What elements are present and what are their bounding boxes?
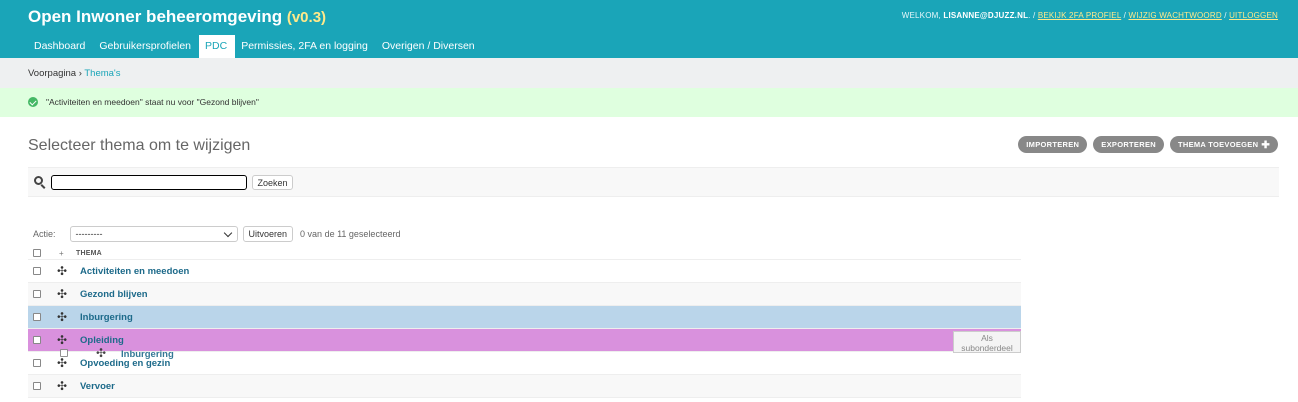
- drop-hint-line1: Als: [981, 333, 993, 343]
- drag-handle-icon[interactable]: ✣: [57, 264, 67, 278]
- drag-handle-icon[interactable]: ✣: [57, 310, 67, 324]
- row-link[interactable]: Opleiding: [80, 335, 124, 346]
- action-label: Actie:: [33, 229, 56, 239]
- action-select-value: ---------: [75, 229, 103, 239]
- view-2fa-profile-link[interactable]: BEKIJK 2FA PROFIEL: [1038, 11, 1121, 20]
- breadcrumb-home[interactable]: Voorpagina: [28, 68, 76, 79]
- nav-item-dashboard[interactable]: Dashboard: [28, 35, 93, 58]
- drop-hint: Als subonderdeel: [953, 331, 1021, 353]
- actions-bar: Actie: --------- Uitvoeren 0 van de 11 g…: [33, 225, 400, 243]
- drop-hint-line2: subonderdeel: [961, 343, 1013, 353]
- header: Open Inwoner beheeromgeving (v0.3) WELKO…: [0, 0, 1298, 58]
- row-checkbox[interactable]: [33, 267, 41, 275]
- table-header: + THEMA: [28, 248, 1021, 260]
- drag-handle-icon[interactable]: ✣: [57, 287, 67, 301]
- search-toolbar: Zoeken: [28, 167, 1279, 197]
- add-theme-button[interactable]: THEMA TOEVOEGEN ✚: [1169, 136, 1278, 153]
- drag-handle-icon: ✣: [96, 346, 107, 360]
- table-row-dragging[interactable]: ✣ Inburgering: [28, 306, 1021, 329]
- action-select[interactable]: ---------: [69, 226, 238, 242]
- chevron-down-icon: [223, 228, 232, 238]
- row-checkbox[interactable]: [33, 313, 41, 321]
- site-title-text: Open Inwoner beheeromgeving: [28, 7, 283, 26]
- nav-item-overigen[interactable]: Overigen / Diversen: [376, 35, 483, 58]
- nav-item-pdc[interactable]: PDC: [199, 35, 236, 58]
- user-tools: WELKOM, LISANNE@DJUZZ.NL. / BEKIJK 2FA P…: [901, 11, 1278, 20]
- breadcrumb-current: Thema's: [84, 68, 121, 79]
- success-message: "Activiteiten en meedoen" staat nu voor …: [0, 88, 1298, 117]
- column-header-thema[interactable]: THEMA: [76, 250, 102, 257]
- drag-handle-icon[interactable]: ✣: [57, 333, 67, 347]
- run-action-button[interactable]: Uitvoeren: [242, 226, 294, 242]
- table-row[interactable]: ✣ Gezond blijven: [28, 283, 1021, 306]
- site-version: (v0.3): [286, 9, 327, 26]
- select-all-checkbox[interactable]: [33, 249, 41, 257]
- ghost-label: Inburgering: [121, 349, 174, 360]
- drag-handle-icon[interactable]: ✣: [57, 379, 67, 393]
- change-password-link[interactable]: WIJZIG WACHTWOORD: [1128, 11, 1221, 20]
- page-title: Selecteer thema om te wijzigen: [28, 137, 251, 154]
- user-name: LISANNE@DJUZZ.NL: [943, 11, 1029, 20]
- row-checkbox[interactable]: [33, 359, 41, 367]
- table-row[interactable]: ✣ Activiteiten en meedoen: [28, 260, 1021, 283]
- row-checkbox[interactable]: [33, 336, 41, 344]
- add-theme-label: THEMA TOEVOEGEN: [1177, 140, 1259, 149]
- header-plus: +: [59, 249, 64, 258]
- table-row[interactable]: ✣ Vervoer: [28, 375, 1021, 398]
- check-circle-icon: [28, 97, 38, 107]
- welcome-text: WELKOM,: [901, 11, 941, 20]
- main-nav: Dashboard Gebruikersprofielen PDC Permis…: [28, 35, 483, 58]
- nav-item-gebruikersprofielen[interactable]: Gebruikersprofielen: [93, 35, 199, 58]
- success-message-text: "Activiteiten en meedoen" staat nu voor …: [46, 97, 259, 107]
- drag-ghost: ✣ Inburgering: [59, 346, 229, 362]
- nav-item-permissies[interactable]: Permissies, 2FA en logging: [235, 35, 376, 58]
- site-title[interactable]: Open Inwoner beheeromgeving (v0.3): [28, 7, 326, 27]
- search-input[interactable]: [51, 175, 247, 190]
- row-link[interactable]: Gezond blijven: [80, 289, 148, 300]
- breadcrumb: Voorpagina › Thema's: [0, 58, 1298, 88]
- search-button[interactable]: Zoeken: [252, 175, 293, 190]
- row-link[interactable]: Activiteiten en meedoen: [80, 266, 189, 277]
- row-checkbox[interactable]: [33, 290, 41, 298]
- search-icon: [34, 176, 43, 185]
- selection-counter: 0 van de 11 geselecteerd: [300, 229, 401, 239]
- import-button[interactable]: IMPORTEREN: [1018, 136, 1088, 153]
- row-checkbox[interactable]: [33, 382, 41, 390]
- object-tools: IMPORTEREN EXPORTEREN THEMA TOEVOEGEN ✚: [1018, 136, 1278, 153]
- result-table: + THEMA ✣ Activiteiten en meedoen ✣ Gezo…: [28, 248, 1021, 398]
- logout-link[interactable]: UITLOGGEN: [1229, 11, 1278, 20]
- row-link[interactable]: Inburgering: [80, 312, 133, 323]
- ghost-checkbox: [60, 349, 68, 357]
- export-button[interactable]: EXPORTEREN: [1093, 136, 1164, 153]
- row-link[interactable]: Vervoer: [80, 381, 115, 392]
- breadcrumb-separator: ›: [78, 68, 82, 79]
- plus-icon: ✚: [1261, 140, 1270, 151]
